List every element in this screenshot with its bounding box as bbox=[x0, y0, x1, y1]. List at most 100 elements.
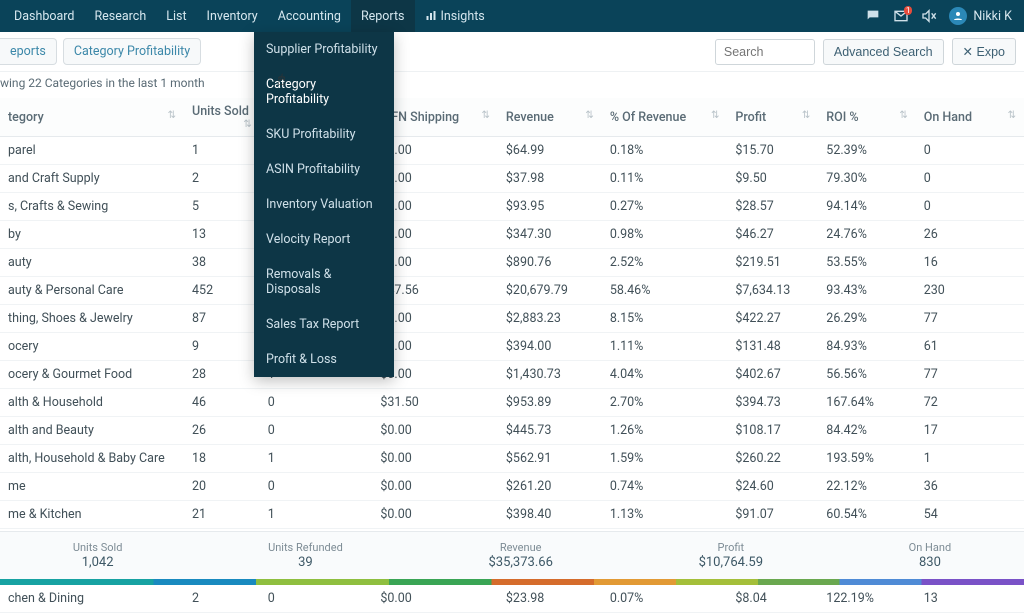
cell: thing, Shoes & Jewelry bbox=[0, 305, 184, 333]
col-header[interactable]: tegory⇅ bbox=[0, 98, 184, 137]
cell: $31.50 bbox=[372, 389, 498, 417]
cell: $890.76 bbox=[498, 249, 602, 277]
table-row[interactable]: parel1$0.00$64.990.18%$15.7052.39%0 bbox=[0, 137, 1024, 165]
col-header[interactable]: On Hand⇅ bbox=[916, 98, 1024, 137]
nav-accounting[interactable]: Accounting bbox=[268, 0, 351, 32]
nav-dashboard[interactable]: Dashboard bbox=[4, 0, 84, 32]
cell: $23.98 bbox=[498, 585, 602, 613]
cell: 28 bbox=[184, 361, 260, 389]
cell: 0.27% bbox=[602, 193, 728, 221]
subbar-right: Advanced Search ✕ Expo bbox=[715, 38, 1016, 65]
cell: by bbox=[0, 221, 184, 249]
table-row[interactable]: alth, Household & Baby Care181$0.00$562.… bbox=[0, 445, 1024, 473]
cell: $7,634.13 bbox=[727, 277, 818, 305]
cell: 167.64% bbox=[818, 389, 915, 417]
search-input[interactable] bbox=[715, 39, 815, 65]
dropdown-item[interactable]: Category Profitability bbox=[254, 67, 394, 117]
cell: chen & Dining bbox=[0, 585, 184, 613]
cell: 13 bbox=[916, 585, 1024, 613]
table-row[interactable]: thing, Shoes & Jewelry87$0.00$2,883.238.… bbox=[0, 305, 1024, 333]
col-header[interactable]: Profit⇅ bbox=[727, 98, 818, 137]
mute-icon[interactable] bbox=[921, 8, 937, 24]
cell: $93.95 bbox=[498, 193, 602, 221]
cell: 54 bbox=[916, 501, 1024, 529]
table-row[interactable]: alth and Beauty260$0.00$445.731.26%$108.… bbox=[0, 417, 1024, 445]
cell: 21 bbox=[184, 501, 260, 529]
dropdown-item[interactable]: Supplier Profitability bbox=[254, 32, 394, 67]
cell: 1.13% bbox=[602, 501, 728, 529]
cell: 0.98% bbox=[602, 221, 728, 249]
cell: 2 bbox=[184, 585, 260, 613]
cell: $24.60 bbox=[727, 473, 818, 501]
table-row[interactable]: ocery90$0.00$394.001.11%$131.4884.93%61 bbox=[0, 333, 1024, 361]
dropdown-item[interactable]: Sales Tax Report bbox=[254, 307, 394, 342]
col-header[interactable]: Units Sold⇅ bbox=[184, 98, 260, 137]
cell: 2.70% bbox=[602, 389, 728, 417]
dropdown-item[interactable]: ASIN Profitability bbox=[254, 152, 394, 187]
cell: $15.70 bbox=[727, 137, 818, 165]
advanced-search-button[interactable]: Advanced Search bbox=[823, 39, 944, 65]
summary-cell: Units Sold1,042 bbox=[73, 541, 123, 570]
cell: alth, Household & Baby Care bbox=[0, 445, 184, 473]
cell: 72 bbox=[916, 389, 1024, 417]
col-header[interactable]: % Of Revenue⇅ bbox=[602, 98, 728, 137]
cell: $108.17 bbox=[727, 417, 818, 445]
cell: $46.27 bbox=[727, 221, 818, 249]
table-row[interactable]: auty & Personal Care452$47.56$20,679.795… bbox=[0, 277, 1024, 305]
cell: 20 bbox=[184, 473, 260, 501]
cell: 1 bbox=[260, 445, 373, 473]
cell: $64.99 bbox=[498, 137, 602, 165]
cell: ocery & Gourmet Food bbox=[0, 361, 184, 389]
avatar bbox=[949, 7, 967, 25]
table-row[interactable]: me200$0.00$261.200.74%$24.6022.12%36 bbox=[0, 473, 1024, 501]
cell: 122.19% bbox=[818, 585, 915, 613]
rainbow-bar bbox=[0, 579, 1024, 585]
nav-inventory[interactable]: Inventory bbox=[197, 0, 268, 32]
cell: 60.54% bbox=[818, 501, 915, 529]
cell: $28.57 bbox=[727, 193, 818, 221]
nav-research[interactable]: Research bbox=[84, 0, 156, 32]
cell: 18 bbox=[184, 445, 260, 473]
dropdown-item[interactable]: Profit & Loss bbox=[254, 342, 394, 377]
user-name: Nikki K bbox=[973, 9, 1012, 24]
cell: 52.39% bbox=[818, 137, 915, 165]
cell: $398.40 bbox=[498, 501, 602, 529]
cell: parel bbox=[0, 137, 184, 165]
breadcrumb-item[interactable]: eports bbox=[0, 38, 57, 65]
cell: 1 bbox=[916, 445, 1024, 473]
dropdown-item[interactable]: Removals & Disposals bbox=[254, 257, 394, 307]
user-menu[interactable]: Nikki K bbox=[949, 7, 1012, 25]
chat-icon[interactable] bbox=[865, 8, 881, 24]
notification-badge: 1 bbox=[904, 6, 913, 15]
dropdown-item[interactable]: SKU Profitability bbox=[254, 117, 394, 152]
cell: ocery bbox=[0, 333, 184, 361]
table-row[interactable]: by13$0.00$347.300.98%$46.2724.76%26 bbox=[0, 221, 1024, 249]
table-row[interactable]: ocery & Gourmet Food281$0.00$1,430.734.0… bbox=[0, 361, 1024, 389]
table-row[interactable]: auty38$0.00$890.762.52%$219.5153.55%16 bbox=[0, 249, 1024, 277]
table-row[interactable]: s, Crafts & Sewing5$0.00$93.950.27%$28.5… bbox=[0, 193, 1024, 221]
col-header[interactable]: ROI %⇅ bbox=[818, 98, 915, 137]
summary-cell: Profit$10,764.59 bbox=[699, 541, 763, 570]
cell: 0 bbox=[260, 389, 373, 417]
cell: $131.48 bbox=[727, 333, 818, 361]
col-header[interactable]: Revenue⇅ bbox=[498, 98, 602, 137]
breadcrumb-item[interactable]: Category Profitability bbox=[63, 38, 201, 65]
nav-list[interactable]: List bbox=[156, 0, 196, 32]
table-row[interactable]: alth & Household460$31.50$953.892.70%$39… bbox=[0, 389, 1024, 417]
cell: me & Kitchen bbox=[0, 501, 184, 529]
dropdown-item[interactable]: Velocity Report bbox=[254, 222, 394, 257]
cell: 26 bbox=[916, 221, 1024, 249]
cell: 61 bbox=[916, 333, 1024, 361]
cell: s, Crafts & Sewing bbox=[0, 193, 184, 221]
table-row[interactable]: me & Kitchen211$0.00$398.401.13%$91.0760… bbox=[0, 501, 1024, 529]
nav-insights[interactable]: Insights bbox=[415, 0, 495, 32]
table-row[interactable]: chen & Dining20$0.00$23.980.07%$8.04122.… bbox=[0, 585, 1024, 613]
export-button[interactable]: ✕ Expo bbox=[952, 38, 1016, 65]
cell: 16 bbox=[916, 249, 1024, 277]
mail-icon[interactable]: 1 bbox=[893, 8, 909, 24]
cell: 9 bbox=[184, 333, 260, 361]
table-row[interactable]: and Craft Supply2$0.00$37.980.11%$9.5079… bbox=[0, 165, 1024, 193]
cell: 0.11% bbox=[602, 165, 728, 193]
nav-reports[interactable]: Reports bbox=[351, 0, 415, 32]
dropdown-item[interactable]: Inventory Valuation bbox=[254, 187, 394, 222]
